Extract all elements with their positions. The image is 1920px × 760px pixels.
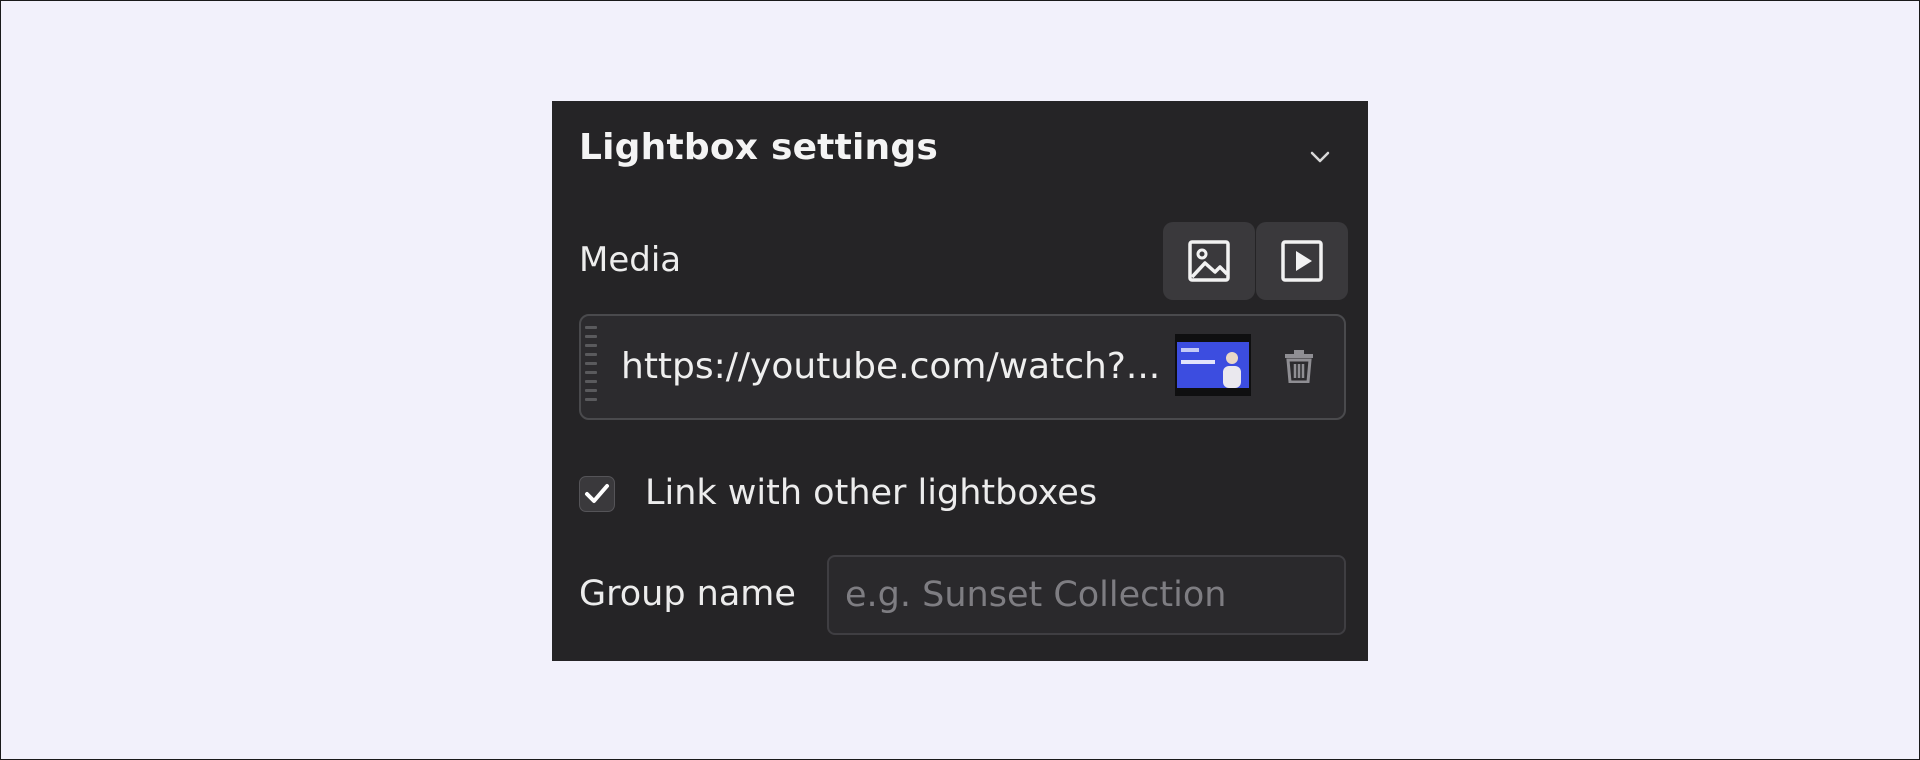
media-url-item[interactable]: https://youtube.com/watch?... <box>579 314 1346 420</box>
panel-title: Lightbox settings <box>579 127 938 168</box>
media-label: Media <box>579 240 682 280</box>
image-icon <box>1188 240 1230 282</box>
video-thumbnail <box>1175 334 1251 396</box>
link-lightboxes-label[interactable]: Link with other lightboxes <box>645 473 1097 513</box>
trash-icon <box>1285 350 1313 383</box>
chevron-down-icon <box>1310 151 1330 163</box>
group-name-label: Group name <box>579 574 796 614</box>
checkmark-icon <box>585 484 609 503</box>
link-lightboxes-checkbox[interactable] <box>579 476 615 512</box>
lightbox-settings-panel: Lightbox settings Media https://youtube.… <box>552 101 1368 661</box>
play-square-icon <box>1281 240 1323 282</box>
collapse-button[interactable] <box>1300 139 1340 175</box>
media-url-text: https://youtube.com/watch?... <box>621 346 1161 387</box>
image-media-button[interactable] <box>1163 222 1255 300</box>
thumbnail-person-image <box>1223 352 1241 388</box>
drag-handle-icon[interactable] <box>585 326 599 410</box>
page-frame: Lightbox settings Media https://youtube.… <box>0 0 1920 760</box>
video-media-button[interactable] <box>1256 222 1348 300</box>
group-name-input[interactable] <box>827 555 1346 635</box>
delete-media-button[interactable] <box>1281 346 1317 386</box>
